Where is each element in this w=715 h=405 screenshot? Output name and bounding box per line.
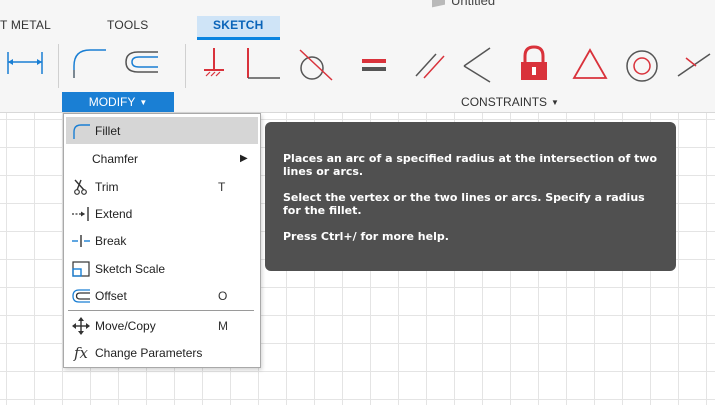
constraints-group-button[interactable]: CONSTRAINTS ▼ [440,92,580,112]
fillet-icon [69,121,93,141]
sketch-dimension-icon[interactable] [2,40,46,88]
concentric-icon[interactable] [620,40,664,88]
menu-item-label: Break [95,233,127,248]
parallel-icon[interactable] [408,40,452,88]
document-title-text: Untitled [451,0,496,8]
tooltip-description: Places an arc of a specified radius at t… [283,152,658,178]
perpendicular-icon[interactable] [240,40,284,88]
menu-item-label: Trim [95,179,119,194]
modify-group-button[interactable]: MODIFY ▼ [62,92,174,112]
tab-sheet-metal[interactable]: T METAL [0,18,51,32]
chevron-down-icon: ▼ [139,97,148,107]
menu-item-break[interactable]: Break [66,227,258,254]
menu-item-extend[interactable]: Extend [66,200,258,227]
menu-item-offset[interactable]: Offset O [66,282,258,309]
tangent-icon[interactable] [292,40,336,88]
document-icon [432,0,445,8]
menu-item-trim[interactable]: Trim T [66,173,258,200]
midpoint-icon[interactable] [672,40,715,88]
fix-unfix-icon[interactable] [192,40,236,88]
menu-item-shortcut: T [218,179,226,194]
document-title: Untitled [432,0,495,8]
fillet-tool-icon[interactable] [68,40,112,88]
coincident-icon[interactable] [456,40,500,88]
change-parameters-icon: fx [73,343,88,362]
offset-tool-icon[interactable] [120,40,164,88]
lock-icon[interactable] [512,40,556,88]
move-copy-icon [69,316,93,336]
menu-item-label: Offset [95,288,127,303]
menu-item-label: Fillet [95,123,121,138]
chevron-down-icon: ▼ [551,97,559,107]
modify-group-label: MODIFY [88,95,136,109]
menu-item-fillet[interactable]: Fillet [66,117,258,144]
constraints-group-label: CONSTRAINTS [461,95,548,109]
trim-icon [69,177,93,197]
tooltip-instructions: Select the vertex or the two lines or ar… [283,191,645,217]
tab-tools[interactable]: TOOLS [107,18,148,32]
extend-icon [69,204,93,224]
sketch-scale-icon [69,259,93,279]
menu-item-chamfer[interactable]: Chamfer ▶ [66,145,258,172]
modify-menu: Fillet Chamfer ▶ Trim T Extend Break Ske… [63,113,261,368]
fillet-tooltip: Places an arc of a specified radius at t… [265,122,676,271]
menu-item-label: Change Parameters [95,345,203,360]
break-icon [69,231,93,251]
toolbar-separator [58,44,59,88]
toolbar-separator [185,44,186,88]
menu-item-shortcut: M [218,318,228,333]
menu-item-shortcut: O [218,288,228,303]
triangle-icon[interactable] [568,40,612,88]
menu-item-label: Move/Copy [95,318,156,333]
equal-icon[interactable] [352,40,396,88]
tooltip-help-hint: Press Ctrl+/ for more help. [283,230,449,243]
offset-icon [69,286,93,306]
menu-item-label: Sketch Scale [95,261,166,276]
menu-item-label: Chamfer [92,151,139,166]
menu-item-label: Extend [95,206,133,221]
menu-item-change-parameters[interactable]: fx Change Parameters [66,339,258,366]
menu-separator [68,310,254,311]
submenu-arrow-icon: ▶ [240,153,248,164]
menu-item-sketch-scale[interactable]: Sketch Scale [66,255,258,282]
ribbon-toolbar: Untitled T METAL TOOLS SKETCH MODIFY ▼ C… [0,0,715,113]
menu-item-move-copy[interactable]: Move/Copy M [66,312,258,339]
tab-sketch[interactable]: SKETCH [197,16,280,40]
